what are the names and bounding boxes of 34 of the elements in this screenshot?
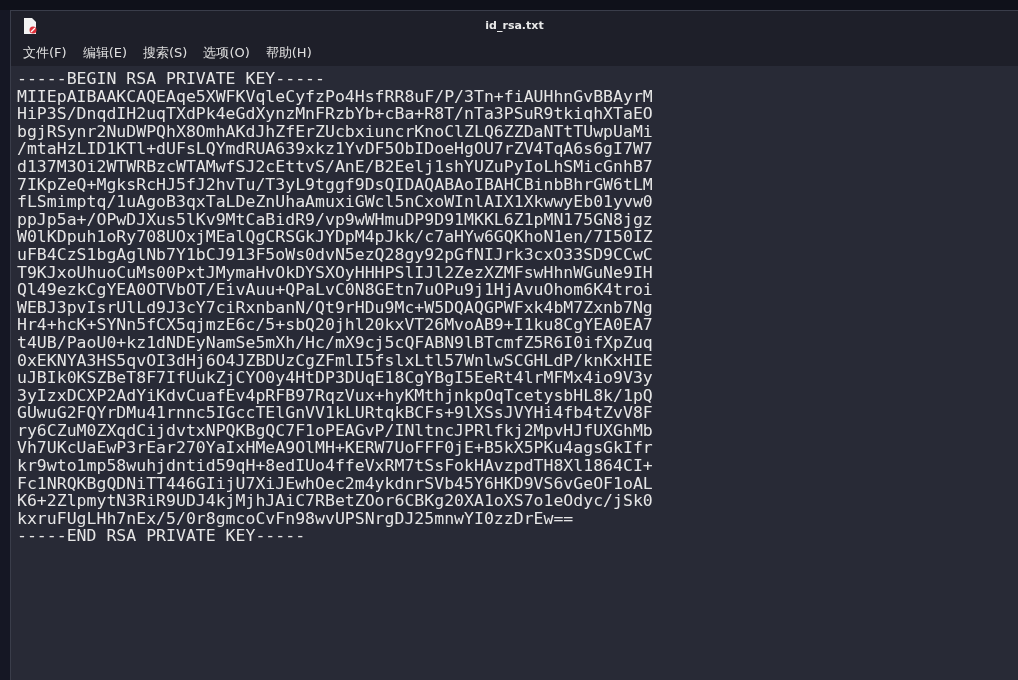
- text-line: Hr4+hcK+SYNn5fCX5qjmzE6c/5+sbQ20jhl20kxVT26MvoAB9+I1ku8CgYEA0EA7: [17, 316, 653, 334]
- text-line: bgjRSynr2NuDWPQhX8OmhAKdJhZfErZUcbxiuncrKnoClZLQ6ZZDaNTtTUwpUaMi: [17, 122, 653, 141]
- menu-item[interactable]: 帮助(H): [259, 42, 318, 64]
- text-line: uJBIk0KSZBeT8F7IfUukZjCYO0y4HtDP3DUqE18CgYBgI5EeRt4lrMFMx4io9V3y: [17, 369, 653, 387]
- text-line: W0lKDpuh1oRy708UOxjMEalQgCRSGkJYDpM4pJkk/c7aHYw6GQKhoN1en/7I50IZ: [17, 228, 653, 246]
- text-line: MIIEpAIBAAKCAQEAqe5XWFKVqleCyfzPo4HsfRR8uF/P/3Tn+fiAUHhnGvBBAyrM: [17, 87, 653, 106]
- text-line: fLSmimptq/1uAgoB3qxTaLDeZnUhaAmuxiGWcl5nCxoWInlAIX1XkwwyEb01yvw0: [17, 193, 653, 211]
- text-line: kr9wto1mp58wuhjdntid59qH+8edIUo4ffeVxRM7tSsFokHAvzpdTH8Xl1864CI+: [17, 457, 653, 475]
- text-line: 3yIzxDCXP2AdYiKdvCuafEv4pRFB97RqzVux+hyKMthjnkpOqTcetysbHL8k/1pQ: [17, 386, 653, 405]
- text-line: -----END RSA PRIVATE KEY-----: [17, 527, 306, 546]
- text-line: 0xEKNYA3HS5qvOI3dHj6O4JZBDUzCgZFmlI5fslxLtl57WnlwSCGHLdP/knKxHIE: [17, 351, 653, 370]
- menu-item[interactable]: 搜索(S): [137, 42, 194, 64]
- text-line: d137M3Oi2WTWRBzcWTAMwfSJ2cEttvS/AnE/B2Eelj1shYUZuPyIoLhSMicGnhB7: [17, 157, 653, 176]
- document-icon: [23, 18, 37, 34]
- menu-item[interactable]: 编辑(E): [76, 42, 133, 64]
- text-line: WEBJ3pvIsrUlLd9J3cY7ciRxnbanN/Qt9rHDu9Mc+W5DQAQGPWFxk4bM7Zxnb7Ng: [17, 298, 653, 317]
- text-line: 7IKpZeQ+MgksRcHJ5fJ2hvTu/T3yL9tggf9DsQIDAQABAoIBAHCBinbBhrGW6tLM: [17, 175, 653, 194]
- text-line: -----BEGIN RSA PRIVATE KEY-----: [17, 70, 325, 88]
- text-line: Ql49ezkCgYEA0OTVbOT/EivAuu+QPaLvC0N8GEtn7uOPu9j1HjAvuOhom6K4troi: [17, 281, 653, 299]
- text-line: /mtaHzLID1KTl+dUFsLQYmdRUA639xkz1YvDF5ObIDoeHgOU7rZV4TqA6s6gI7W7: [17, 140, 653, 158]
- text-line: Fc1NRQKBgQDNiTT446GIijU7XiJEwhOec2m4ykdnrSVb45Y6HKD9VS6vGeOF1oAL: [17, 474, 653, 493]
- text-line: Vh7UKcUaEwP3rEar270YaIxHMeA9OlMH+KERW7UoFFF0jE+B5kX5PKu4agsGkIfr: [17, 439, 653, 458]
- text-line: GUwuG2FQYrDMu41rnnc5IGccTElGnVV1kLURtqkBCFs+9lXSsJVYHi4fb4tZvV8F: [17, 404, 653, 422]
- text-line: kxruFUgLHh7nEx/5/0r8gmcoCvFn98wvUPSNrgDJ25mnwYI0zzDrEw==: [17, 509, 574, 528]
- text-line: K6+2ZlpmytN3RiR9UDJ4kjMjhJAiC7RBetZOor6CBKg20XA1oXS7o1eOdyc/jSk0: [17, 492, 653, 510]
- text-line: HiP3S/DnqdIH2uqTXdPk4eGdXynzMnFRzbYb+cBa+R8T/nTa3PSuR9tkiqhXTaEO: [17, 105, 653, 123]
- text-line: T9KJxoUhuoCuMs00PxtJMymaHvOkDYSXOyHHHPSlIJl2ZezXZMFswHhnWGuNe9IH: [17, 263, 653, 282]
- menu-item[interactable]: 文件(F): [17, 42, 73, 64]
- window-title: id_rsa.txt: [485, 19, 544, 32]
- text-line: uFB4CzS1bgAglNb7Y1bCJ913F5oWs0dvN5ezQ28gy92pGfNIJrk3cxO33SD9CCwC: [17, 245, 653, 264]
- menu-item[interactable]: 选项(O): [197, 42, 256, 64]
- text-line: ry6CZuM0ZXqdCijdvtxNPQKBgQC7F1oPEAGvP/INltncJPRlfkj2MpvHJfUXGhMb: [17, 421, 653, 440]
- text-line: ppJp5a+/OPwDJXus5lKv9MtCaBidR9/vp9wWHmuDP9D91MKKL6Z1pMN175GN8jgz: [17, 210, 653, 229]
- text-line: t4UB/PaoU0+kz1dNDEyNamSe5mXh/Hc/mX9cj5cQFABN9lBTcmfZ5R6I0ifXpZuq: [17, 333, 653, 352]
